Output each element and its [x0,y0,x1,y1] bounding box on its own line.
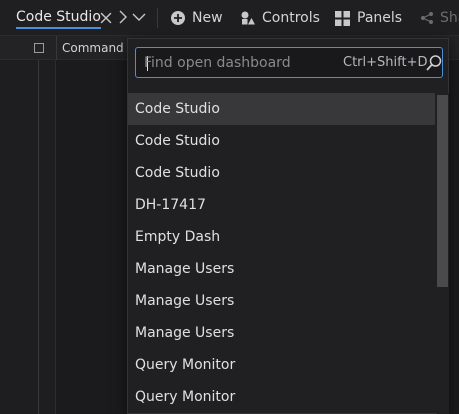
dashboard-list: Code Studio Code Studio Code Studio DH-1… [128,93,435,414]
list-item[interactable]: Query Monitor [128,381,435,413]
plus-circle-icon [171,11,185,25]
list-item[interactable]: Code Studio [128,157,435,189]
panels-label: Panels [357,10,403,26]
controls-label: Controls [262,10,320,26]
list-item[interactable]: DH-17417 [128,189,435,221]
list-item[interactable]: Code Studio [128,125,435,157]
left-panel [0,60,56,414]
new-label: New [192,10,223,26]
search-box[interactable]: Ctrl+Shift+D [135,47,443,78]
top-toolbar: Code Studio New Controls Panels Sh [0,0,459,36]
scrollbar-thumb[interactable] [437,95,448,287]
left-divider [38,60,39,414]
list-item[interactable]: Query Monitor [128,349,435,381]
share-label: Sha [440,10,459,26]
new-button[interactable]: New [170,8,223,28]
chevron-right-icon[interactable] [118,10,128,24]
dashboard-finder-popup: Ctrl+Shift+D Code Studio Code Studio Cod… [127,38,449,414]
list-item[interactable]: Code Studio [128,93,435,125]
search-input[interactable] [144,52,344,74]
list-item[interactable]: Manage Users [128,317,435,349]
tab-title: Code Studio [16,8,101,29]
list-item[interactable]: Empty Dash [128,221,435,253]
panel-title: Command H [62,41,137,55]
search-icon[interactable] [425,54,443,72]
toolbar-divider [157,8,158,28]
share-button[interactable]: Sha [420,8,459,28]
dashboard-tab[interactable]: Code Studio [16,6,101,30]
grid-icon [335,10,350,26]
list-item[interactable]: Manage Users [128,253,435,285]
share-icon [421,12,433,24]
shapes-icon [241,11,255,25]
panel-separator [56,36,57,60]
panel-checkbox[interactable] [34,43,44,53]
close-icon[interactable] [100,12,112,24]
chevron-down-icon[interactable] [132,12,146,22]
controls-button[interactable]: Controls [240,8,320,28]
panels-button[interactable]: Panels [334,8,402,28]
list-item[interactable]: Manage Users [128,285,435,317]
shortcut-hint: Ctrl+Shift+D [343,55,428,70]
